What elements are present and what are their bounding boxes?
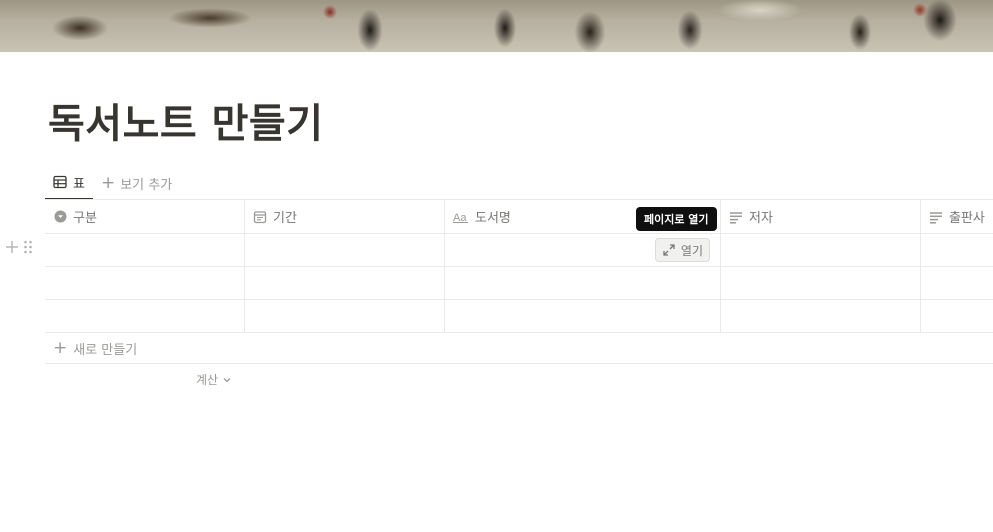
open-button-label: 열기 [680, 243, 703, 258]
column-header-publisher[interactable]: 출판사 [921, 200, 993, 233]
table-cell[interactable] [721, 300, 921, 332]
page-title[interactable]: 독서노트 만들기 [48, 98, 324, 150]
table-cell[interactable] [921, 234, 993, 266]
view-tabs: 표 + 보기 추가 [45, 166, 178, 200]
chevron-down-icon [222, 375, 232, 385]
add-row-plus-icon[interactable] [5, 240, 19, 254]
expand-arrows-icon [662, 243, 676, 257]
column-header-author[interactable]: 저자 [721, 200, 921, 233]
table-cell[interactable] [721, 234, 921, 266]
open-page-button[interactable]: 열기 [654, 238, 710, 262]
table-row[interactable] [45, 267, 993, 300]
column-header-category[interactable]: 구분 [45, 200, 245, 233]
table-row[interactable]: 열기 [45, 234, 993, 267]
calendar-icon [253, 210, 267, 224]
table-cell[interactable] [45, 267, 245, 299]
table-cell[interactable] [445, 300, 721, 332]
tab-label: 표 [73, 176, 85, 192]
add-view-label: 보기 추가 [120, 177, 173, 193]
database-table: 구분 기간 Aa 도서명 저자 출판사 열기 [45, 199, 993, 333]
table-cell[interactable] [45, 300, 245, 332]
table-cell[interactable] [445, 267, 721, 299]
column-label: 구분 [73, 211, 97, 226]
table-cell[interactable] [245, 234, 445, 266]
add-view-button[interactable]: + 보기 추가 [95, 166, 178, 200]
table-cell[interactable] [245, 300, 445, 332]
text-lines-icon [929, 210, 943, 224]
text-lines-icon [729, 210, 743, 224]
row-controls [5, 240, 33, 254]
table-cell-book-title[interactable]: 열기 [445, 234, 721, 266]
table-cell[interactable] [921, 300, 993, 332]
tab-table-view[interactable]: 표 [45, 166, 93, 200]
calculate-dropdown[interactable]: 계산 [196, 371, 232, 388]
table-cell[interactable] [245, 267, 445, 299]
column-label: 저자 [749, 211, 773, 226]
svg-text:Aa: Aa [453, 212, 467, 223]
drag-handle-icon[interactable] [23, 240, 33, 254]
column-label: 도서명 [475, 211, 511, 226]
new-row-button[interactable]: + 새로 만들기 [45, 333, 993, 364]
title-aa-icon: Aa [453, 210, 469, 224]
table-row[interactable] [45, 300, 993, 333]
page-cover-image[interactable] [0, 0, 993, 52]
calculate-label: 계산 [196, 373, 219, 387]
select-icon [53, 210, 67, 224]
table-cell[interactable] [921, 267, 993, 299]
table-cell[interactable] [45, 234, 245, 266]
plus-icon: + [53, 337, 68, 358]
plus-icon: + [100, 172, 116, 193]
table-icon [53, 175, 67, 189]
new-row-label: 새로 만들기 [73, 342, 138, 358]
column-label: 출판사 [949, 211, 985, 226]
column-label: 기간 [273, 211, 297, 226]
table-cell[interactable] [721, 267, 921, 299]
column-header-period[interactable]: 기간 [245, 200, 445, 233]
table-header-row: 구분 기간 Aa 도서명 저자 출판사 [45, 200, 993, 234]
open-as-page-tooltip: 페이지로 열기 [636, 207, 717, 231]
